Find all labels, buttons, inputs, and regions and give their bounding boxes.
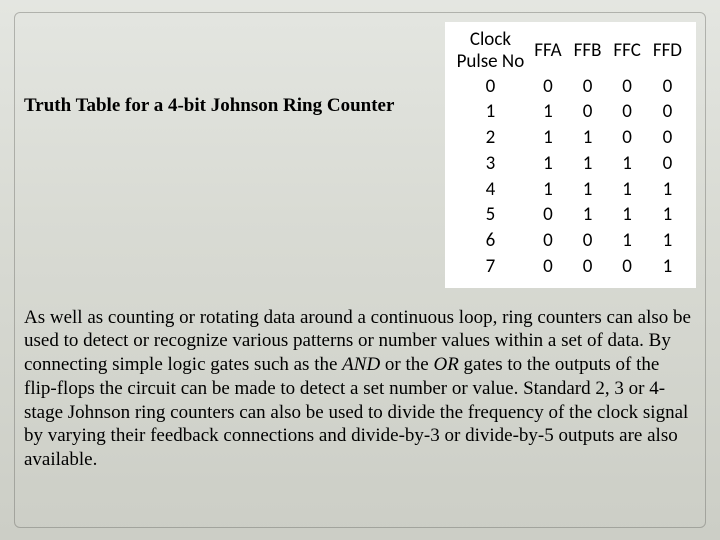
table-cell: 1 — [568, 202, 608, 228]
table-cell: 0 — [528, 254, 567, 280]
table-cell: 1 — [607, 228, 646, 254]
para-span-2: or the — [380, 354, 433, 375]
table-cell: 1 — [607, 151, 646, 177]
table-cell: 1 — [647, 202, 688, 228]
and-italic: AND — [342, 354, 380, 375]
table-cell: 0 — [528, 202, 567, 228]
col-header-ffb: FFB — [568, 28, 608, 74]
table-cell: 0 — [568, 74, 608, 100]
table-cell: 1 — [528, 125, 567, 151]
table-cell: 0 — [568, 99, 608, 125]
table-cell: 0 — [607, 99, 646, 125]
col-header-clock: Clock Pulse No — [453, 28, 529, 74]
table-cell: 0 — [647, 99, 688, 125]
table-cell: 0 — [607, 254, 646, 280]
table-cell: 1 — [647, 177, 688, 203]
table-cell: 1 — [528, 177, 567, 203]
table-cell: 0 — [647, 151, 688, 177]
table-cell: 0 — [528, 74, 567, 100]
table-cell: 5 — [453, 202, 529, 228]
col-header-ffc: FFC — [607, 28, 646, 74]
top-row: Truth Table for a 4-bit Johnson Ring Cou… — [24, 22, 696, 288]
table-row: 50111 — [453, 202, 688, 228]
table-cell: 0 — [647, 125, 688, 151]
truth-table-container: Clock Pulse No FFA FFB FFC FFD 000001100… — [445, 22, 696, 288]
body-paragraph: As well as counting or rotating data aro… — [24, 306, 696, 472]
table-cell: 1 — [453, 99, 529, 125]
truth-table-header-row: Clock Pulse No FFA FFB FFC FFD — [453, 28, 688, 74]
table-cell: 7 — [453, 254, 529, 280]
col-header-ffd: FFD — [647, 28, 688, 74]
table-cell: 1 — [528, 151, 567, 177]
table-cell: 1 — [528, 99, 567, 125]
table-row: 11000 — [453, 99, 688, 125]
table-cell: 1 — [647, 254, 688, 280]
slide-content: Truth Table for a 4-bit Johnson Ring Cou… — [24, 22, 696, 518]
table-cell: 0 — [568, 254, 608, 280]
table-cell: 0 — [647, 74, 688, 100]
table-cell: 1 — [607, 177, 646, 203]
table-cell: 1 — [568, 177, 608, 203]
table-cell: 0 — [607, 74, 646, 100]
table-cell: 2 — [453, 125, 529, 151]
col-header-ffa: FFA — [528, 28, 567, 74]
table-row: 41111 — [453, 177, 688, 203]
table-cell: 0 — [568, 228, 608, 254]
table-cell: 3 — [453, 151, 529, 177]
table-row: 60011 — [453, 228, 688, 254]
or-italic: OR — [433, 354, 458, 375]
table-cell: 4 — [453, 177, 529, 203]
table-row: 21100 — [453, 125, 688, 151]
slide-background: Truth Table for a 4-bit Johnson Ring Cou… — [0, 0, 720, 540]
table-cell: 0 — [607, 125, 646, 151]
table-cell: 1 — [568, 151, 608, 177]
table-cell: 1 — [568, 125, 608, 151]
page-title: Truth Table for a 4-bit Johnson Ring Cou… — [24, 22, 421, 118]
table-cell: 6 — [453, 228, 529, 254]
col-header-clock-line2: Pulse No — [457, 50, 525, 73]
table-cell: 0 — [453, 74, 529, 100]
col-header-clock-line1: Clock — [470, 28, 511, 51]
table-row: 00000 — [453, 74, 688, 100]
table-row: 31110 — [453, 151, 688, 177]
table-cell: 1 — [647, 228, 688, 254]
table-row: 70001 — [453, 254, 688, 280]
table-cell: 0 — [528, 228, 567, 254]
truth-table-body: 0000011000211003111041111501116001170001 — [453, 74, 688, 280]
table-cell: 1 — [607, 202, 646, 228]
truth-table: Clock Pulse No FFA FFB FFC FFD 000001100… — [453, 28, 688, 280]
